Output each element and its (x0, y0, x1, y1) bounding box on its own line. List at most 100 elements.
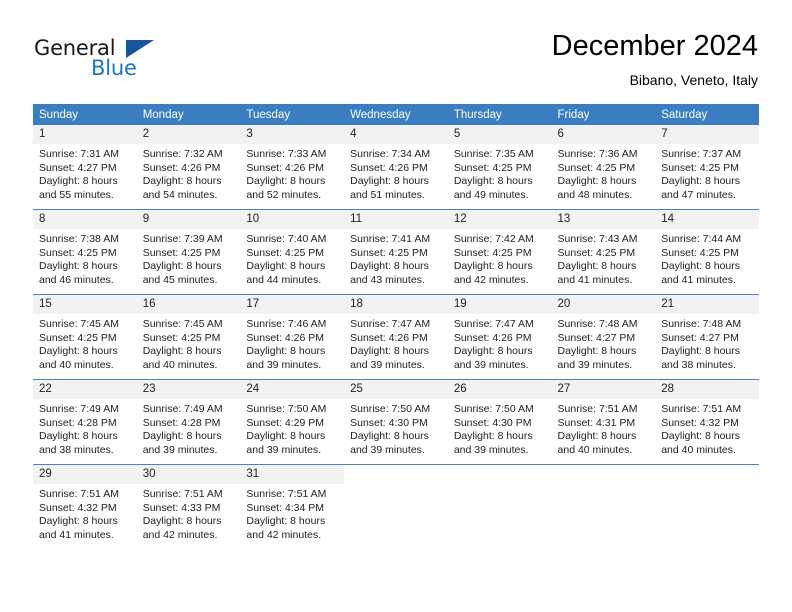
calendar-day-cell[interactable]: 17 Sunrise: 7:46 AM Sunset: 4:26 PM Dayl… (240, 294, 345, 380)
daylight-text-line1: Daylight: 8 hours (246, 175, 326, 188)
calendar-day-cell[interactable]: 2 Sunrise: 7:32 AM Sunset: 4:26 PM Dayli… (136, 125, 241, 210)
sunrise-text: Sunrise: 7:31 AM (39, 148, 119, 160)
calendar-table: Sunday Monday Tuesday Wednesday Thursday… (33, 104, 759, 549)
calendar-day-cell[interactable]: 20 Sunrise: 7:48 AM Sunset: 4:27 PM Dayl… (551, 294, 656, 380)
calendar-day-cell-empty (344, 464, 448, 549)
day-details: Sunrise: 7:41 AM Sunset: 4:25 PM Dayligh… (344, 229, 448, 287)
sunrise-text: Sunrise: 7:44 AM (661, 233, 742, 245)
daylight-text-line1: Daylight: 8 hours (142, 260, 222, 273)
daylight-text-line2: and 44 minutes. (246, 273, 322, 286)
day-number: 4 (344, 125, 448, 144)
calendar-week-row: 8 Sunrise: 7:38 AM Sunset: 4:25 PM Dayli… (33, 209, 759, 295)
day-number: 23 (136, 380, 241, 399)
sunset-text: Sunset: 4:27 PM (39, 161, 117, 174)
calendar-week-row: 29 Sunrise: 7:51 AM Sunset: 4:32 PM Dayl… (33, 464, 759, 549)
daylight-text-line2: and 41 minutes. (661, 273, 736, 286)
calendar-day-cell[interactable]: 22 Sunrise: 7:49 AM Sunset: 4:28 PM Dayl… (33, 379, 137, 465)
sunset-text: Sunset: 4:30 PM (350, 416, 428, 429)
daylight-text-line1: Daylight: 8 hours (39, 175, 118, 188)
sunset-text: Sunset: 4:28 PM (142, 416, 221, 429)
day-details: Sunrise: 7:35 AM Sunset: 4:25 PM Dayligh… (448, 144, 552, 202)
calendar-day-cell[interactable]: 16 Sunrise: 7:45 AM Sunset: 4:25 PM Dayl… (136, 294, 241, 380)
daylight-text-line1: Daylight: 8 hours (557, 345, 637, 358)
sunset-text: Sunset: 4:29 PM (246, 416, 325, 429)
calendar-day-cell[interactable]: 10 Sunrise: 7:40 AM Sunset: 4:25 PM Dayl… (240, 209, 345, 295)
calendar-week-row: 22 Sunrise: 7:49 AM Sunset: 4:28 PM Dayl… (33, 379, 759, 465)
logo-text-blue: Blue (91, 56, 137, 80)
sunrise-text: Sunrise: 7:38 AM (39, 233, 119, 245)
sunrise-text: Sunrise: 7:34 AM (350, 148, 431, 160)
calendar-body: 1 Sunrise: 7:31 AM Sunset: 4:27 PM Dayli… (33, 125, 759, 549)
sunrise-text: Sunrise: 7:46 AM (246, 318, 327, 330)
daylight-text-line2: and 38 minutes. (39, 443, 114, 456)
calendar-day-cell[interactable]: 18 Sunrise: 7:47 AM Sunset: 4:26 PM Dayl… (344, 294, 448, 380)
sunrise-text: Sunrise: 7:39 AM (142, 233, 223, 245)
calendar-day-cell[interactable]: 1 Sunrise: 7:31 AM Sunset: 4:27 PM Dayli… (33, 125, 137, 210)
daylight-text-line1: Daylight: 8 hours (350, 430, 429, 443)
daylight-text-line1: Daylight: 8 hours (246, 515, 326, 528)
day-number: 12 (447, 210, 552, 229)
calendar-day-cell[interactable]: 13 Sunrise: 7:43 AM Sunset: 4:25 PM Dayl… (551, 209, 656, 295)
daylight-text-line2: and 55 minutes. (39, 188, 114, 201)
calendar-day-cell[interactable]: 7 Sunrise: 7:37 AM Sunset: 4:25 PM Dayli… (655, 125, 759, 210)
calendar-day-cell[interactable]: 15 Sunrise: 7:45 AM Sunset: 4:25 PM Dayl… (33, 294, 137, 380)
day-details: Sunrise: 7:39 AM Sunset: 4:25 PM Dayligh… (137, 229, 241, 287)
daylight-text-line2: and 42 minutes. (246, 528, 322, 541)
calendar-day-cell[interactable]: 29 Sunrise: 7:51 AM Sunset: 4:32 PM Dayl… (33, 464, 137, 549)
sunrise-text: Sunrise: 7:51 AM (142, 488, 223, 500)
sunset-text: Sunset: 4:25 PM (453, 161, 532, 174)
weekday-header-sunday: Sunday (33, 104, 137, 125)
daylight-text-line1: Daylight: 8 hours (453, 260, 533, 273)
sunrise-text: Sunrise: 7:49 AM (39, 403, 119, 415)
calendar-day-cell[interactable]: 9 Sunrise: 7:39 AM Sunset: 4:25 PM Dayli… (136, 209, 241, 295)
day-details: Sunrise: 7:33 AM Sunset: 4:26 PM Dayligh… (240, 144, 344, 202)
calendar-day-cell[interactable]: 28 Sunrise: 7:51 AM Sunset: 4:32 PM Dayl… (655, 379, 759, 465)
daylight-text-line2: and 49 minutes. (453, 188, 529, 201)
calendar-day-cell[interactable]: 30 Sunrise: 7:51 AM Sunset: 4:33 PM Dayl… (136, 464, 241, 549)
calendar-day-cell[interactable]: 3 Sunrise: 7:33 AM Sunset: 4:26 PM Dayli… (240, 125, 345, 210)
daylight-text-line2: and 45 minutes. (142, 273, 218, 286)
calendar-day-cell[interactable]: 25 Sunrise: 7:50 AM Sunset: 4:30 PM Dayl… (344, 379, 448, 465)
sunrise-text: Sunrise: 7:48 AM (557, 318, 638, 330)
day-number: 16 (136, 295, 241, 314)
calendar-day-cell[interactable]: 21 Sunrise: 7:48 AM Sunset: 4:27 PM Dayl… (655, 294, 759, 380)
daylight-text-line1: Daylight: 8 hours (661, 260, 741, 273)
calendar-day-cell[interactable]: 23 Sunrise: 7:49 AM Sunset: 4:28 PM Dayl… (136, 379, 241, 465)
daylight-text-line2: and 41 minutes. (557, 273, 633, 286)
sunset-text: Sunset: 4:25 PM (661, 246, 739, 259)
day-number (655, 465, 759, 484)
calendar-day-cell[interactable]: 11 Sunrise: 7:41 AM Sunset: 4:25 PM Dayl… (344, 209, 448, 295)
calendar-week-row: 1 Sunrise: 7:31 AM Sunset: 4:27 PM Dayli… (33, 125, 759, 210)
daylight-text-line2: and 39 minutes. (246, 443, 322, 456)
calendar-day-cell[interactable]: 19 Sunrise: 7:47 AM Sunset: 4:26 PM Dayl… (447, 294, 552, 380)
sunset-text: Sunset: 4:25 PM (557, 161, 636, 174)
calendar-day-cell[interactable]: 8 Sunrise: 7:38 AM Sunset: 4:25 PM Dayli… (33, 209, 137, 295)
calendar-day-cell[interactable]: 14 Sunrise: 7:44 AM Sunset: 4:25 PM Dayl… (655, 209, 759, 295)
day-number: 8 (33, 210, 137, 229)
daylight-text-line2: and 41 minutes. (39, 528, 114, 541)
daylight-text-line1: Daylight: 8 hours (142, 345, 222, 358)
generalblue-logo[interactable]: General Blue (34, 36, 224, 86)
day-details: Sunrise: 7:34 AM Sunset: 4:26 PM Dayligh… (344, 144, 448, 202)
daylight-text-line1: Daylight: 8 hours (142, 515, 222, 528)
calendar-day-cell[interactable]: 12 Sunrise: 7:42 AM Sunset: 4:25 PM Dayl… (447, 209, 552, 295)
calendar-day-cell[interactable]: 27 Sunrise: 7:51 AM Sunset: 4:31 PM Dayl… (551, 379, 656, 465)
calendar-day-cell[interactable]: 4 Sunrise: 7:34 AM Sunset: 4:26 PM Dayli… (344, 125, 448, 210)
calendar-day-cell[interactable]: 24 Sunrise: 7:50 AM Sunset: 4:29 PM Dayl… (240, 379, 345, 465)
sunset-text: Sunset: 4:27 PM (661, 331, 739, 344)
day-number: 18 (344, 295, 448, 314)
day-details: Sunrise: 7:51 AM Sunset: 4:34 PM Dayligh… (240, 484, 344, 542)
calendar-day-cell[interactable]: 31 Sunrise: 7:51 AM Sunset: 4:34 PM Dayl… (240, 464, 345, 549)
sunrise-text: Sunrise: 7:51 AM (39, 488, 119, 500)
daylight-text-line2: and 39 minutes. (246, 358, 322, 371)
day-number: 17 (240, 295, 345, 314)
day-number: 24 (240, 380, 345, 399)
calendar-day-cell[interactable]: 6 Sunrise: 7:36 AM Sunset: 4:25 PM Dayli… (551, 125, 656, 210)
daylight-text-line2: and 47 minutes. (661, 188, 736, 201)
calendar-day-cell[interactable]: 26 Sunrise: 7:50 AM Sunset: 4:30 PM Dayl… (447, 379, 552, 465)
day-number: 22 (33, 380, 137, 399)
day-details: Sunrise: 7:49 AM Sunset: 4:28 PM Dayligh… (137, 399, 241, 457)
calendar-day-cell[interactable]: 5 Sunrise: 7:35 AM Sunset: 4:25 PM Dayli… (447, 125, 552, 210)
sunset-text: Sunset: 4:33 PM (142, 501, 221, 514)
day-details: Sunrise: 7:49 AM Sunset: 4:28 PM Dayligh… (33, 399, 137, 457)
